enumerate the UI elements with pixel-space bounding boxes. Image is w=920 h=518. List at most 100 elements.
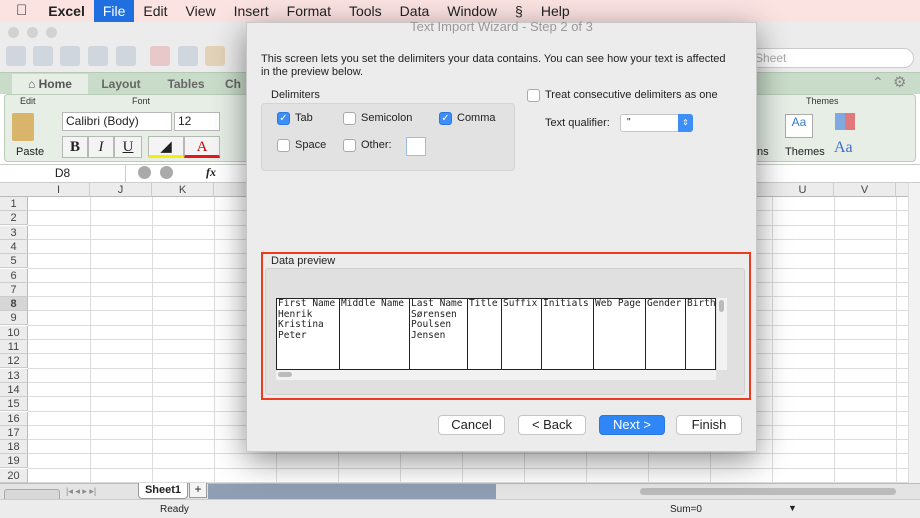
preview-column[interactable]: Title xyxy=(468,299,502,369)
row-header-8[interactable]: 8 xyxy=(0,297,28,312)
row-header-16[interactable]: 16 xyxy=(0,411,28,426)
preview-column[interactable]: Initials xyxy=(542,299,594,369)
tab-tables[interactable]: Tables xyxy=(154,74,218,94)
themes-icon[interactable]: Aa xyxy=(785,114,813,138)
other-delimiter-input[interactable] xyxy=(406,137,426,156)
add-sheet-button[interactable]: + xyxy=(189,483,207,498)
row-header-15[interactable]: 15 xyxy=(0,397,28,412)
font-color-button[interactable]: A xyxy=(184,136,220,158)
menu-view[interactable]: View xyxy=(177,0,225,22)
font-size-select[interactable]: 12 xyxy=(174,112,220,131)
data-preview-table[interactable]: First Name Henrik Kristina Peter Middle Name… xyxy=(276,298,716,370)
themes-button[interactable]: Themes xyxy=(785,146,825,158)
copy-icon[interactable] xyxy=(178,46,198,66)
preview-column[interactable]: Last Name Sørensen Poulsen Jensen xyxy=(410,299,468,369)
back-button[interactable]: < Back xyxy=(518,415,586,435)
print-icon[interactable] xyxy=(116,46,136,66)
sheet-nav-arrows[interactable]: |◂ ◂ ▸ ▸| xyxy=(66,486,96,497)
save-icon[interactable] xyxy=(88,46,108,66)
preview-horizontal-scrollbar[interactable] xyxy=(276,370,716,380)
gear-icon[interactable]: ⚙ xyxy=(893,73,906,91)
text-qualifier-select[interactable]: " ⇕ xyxy=(620,114,693,132)
zoom-window-button[interactable] xyxy=(46,27,57,38)
column-header-U[interactable]: U xyxy=(772,183,834,197)
menu-app-name[interactable]: Excel xyxy=(39,0,94,22)
preview-column[interactable]: Gender xyxy=(646,299,686,369)
status-sum[interactable]: Sum=0 xyxy=(670,504,702,515)
paste-button[interactable]: Paste xyxy=(16,146,44,158)
preview-column[interactable]: Suffix xyxy=(502,299,542,369)
menu-file[interactable]: File xyxy=(93,0,135,22)
tab-home[interactable]: ⌂ Home xyxy=(12,74,88,94)
fill-color-button[interactable]: ◢ xyxy=(148,136,184,158)
theme-fonts-button[interactable]: Aa xyxy=(834,139,853,157)
row-header-13[interactable]: 13 xyxy=(0,368,28,383)
next-button[interactable]: Next > xyxy=(599,415,665,435)
finish-button[interactable]: Finish xyxy=(676,415,742,435)
tab-charts[interactable]: Ch xyxy=(218,74,248,94)
row-header-7[interactable]: 7 xyxy=(0,282,28,297)
paste-large-icon[interactable] xyxy=(12,113,34,141)
preview-column[interactable]: Birth xyxy=(686,299,716,369)
theme-colors-icon[interactable] xyxy=(835,113,855,130)
paste-icon[interactable] xyxy=(205,46,225,66)
new-icon[interactable] xyxy=(6,46,26,66)
row-header-1[interactable]: 1 xyxy=(0,197,28,211)
row-header-9[interactable]: 9 xyxy=(0,311,28,326)
column-header-J[interactable]: J xyxy=(90,183,152,197)
row-header-19[interactable]: 19 xyxy=(0,454,28,469)
name-box[interactable]: D8 xyxy=(0,165,126,182)
preview-cell: Peter xyxy=(278,329,307,341)
data-preview-label: Data preview xyxy=(271,255,336,267)
column-header-I[interactable]: I xyxy=(28,183,90,197)
cut-icon[interactable] xyxy=(150,46,170,66)
comma-checkbox[interactable]: ✓ xyxy=(439,112,452,125)
cancel-button[interactable]: Cancel xyxy=(438,415,505,435)
collapse-ribbon-icon[interactable]: ⌃ xyxy=(872,74,884,91)
preview-column[interactable]: Web Page xyxy=(594,299,646,369)
minimize-window-button[interactable] xyxy=(27,27,38,38)
row-header-17[interactable]: 17 xyxy=(0,425,28,440)
underline-button[interactable]: U xyxy=(114,136,142,158)
row-header-18[interactable]: 18 xyxy=(0,440,28,455)
row-header-11[interactable]: 11 xyxy=(0,340,28,354)
row-header-14[interactable]: 14 xyxy=(0,382,28,397)
bold-button[interactable]: B xyxy=(62,136,88,158)
sheet-tab-sheet1[interactable]: Sheet1 xyxy=(138,483,188,499)
row-header-4[interactable]: 4 xyxy=(0,239,28,254)
tab-area xyxy=(208,484,496,499)
row-header-12[interactable]: 12 xyxy=(0,354,28,369)
row-header-6[interactable]: 6 xyxy=(0,268,28,283)
apple-icon[interactable]:  xyxy=(0,0,39,22)
menu-edit[interactable]: Edit xyxy=(134,0,176,22)
tab-layout[interactable]: Layout xyxy=(88,74,154,94)
home-icon: ⌂ xyxy=(28,77,39,91)
confirm-entry-icon[interactable] xyxy=(160,166,173,179)
open-icon[interactable] xyxy=(60,46,80,66)
vertical-scrollbar[interactable] xyxy=(908,183,920,483)
cancel-entry-icon[interactable] xyxy=(138,166,151,179)
preview-column[interactable]: Middle Name xyxy=(340,299,410,369)
search-input[interactable]: Sheet xyxy=(740,48,914,68)
preview-vertical-scrollbar[interactable] xyxy=(717,298,727,370)
close-window-button[interactable] xyxy=(8,27,19,38)
insert-function-button[interactable]: fx xyxy=(206,165,216,180)
font-name-select[interactable]: Calibri (Body) xyxy=(62,112,172,131)
row-header-3[interactable]: 3 xyxy=(0,225,28,240)
column-header-K[interactable]: K xyxy=(152,183,214,197)
row-header-2[interactable]: 2 xyxy=(0,211,28,226)
italic-button[interactable]: I xyxy=(88,136,114,158)
preview-column[interactable]: First Name Henrik Kristina Peter xyxy=(277,299,340,369)
row-header-20[interactable]: 20 xyxy=(0,468,28,483)
semicolon-checkbox[interactable] xyxy=(343,112,356,125)
row-header-10[interactable]: 10 xyxy=(0,325,28,340)
column-header-V[interactable]: V xyxy=(834,183,896,197)
other-checkbox[interactable] xyxy=(343,139,356,152)
templates-icon[interactable] xyxy=(33,46,53,66)
horizontal-scrollbar[interactable] xyxy=(640,488,896,495)
row-header-5[interactable]: 5 xyxy=(0,254,28,269)
space-checkbox[interactable] xyxy=(277,139,290,152)
consecutive-delimiters-checkbox[interactable] xyxy=(527,89,540,102)
tab-checkbox[interactable]: ✓ xyxy=(277,112,290,125)
sum-dropdown-icon[interactable]: ▼ xyxy=(788,503,797,513)
